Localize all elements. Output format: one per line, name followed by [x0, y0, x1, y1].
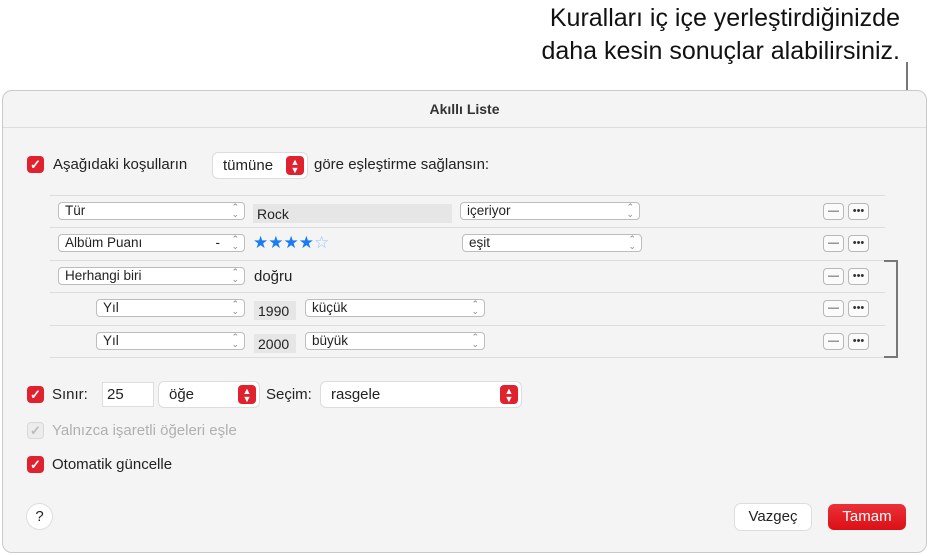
rule-1-field-value: Tür	[65, 203, 86, 218]
rule-2-operator-popup[interactable]: eşit ⌃ ⌄	[462, 234, 642, 252]
selection-value: rasgele	[331, 386, 381, 403]
rule-1-operator-popup[interactable]: içeriyor ⌃ ⌄	[460, 202, 640, 220]
match-checkbox[interactable]: ✓	[27, 156, 44, 173]
chevron-updown-icon: ▲ ▼	[238, 385, 256, 404]
row-divider	[50, 195, 885, 196]
row-divider	[50, 227, 885, 228]
chevron-updown-icon: ⌃ ⌄	[231, 299, 239, 316]
more-rule-button[interactable]: •••	[848, 333, 869, 350]
rule-1-field-popup[interactable]: Tür ⌃ ⌄	[58, 202, 245, 220]
star-empty-icon: ☆	[313, 233, 330, 252]
chevron-updown-icon: ⌃ ⌄	[471, 332, 479, 349]
row-divider	[50, 260, 885, 261]
match-prefix-label: Aşağıdaki koşulların	[53, 156, 188, 173]
rule-5-field-popup[interactable]: Yıl ⌃ ⌄	[96, 332, 245, 350]
selection-label: Seçim:	[266, 386, 312, 403]
chevron-updown-icon: ⌃ ⌄	[628, 234, 636, 251]
callout-line-2: daha kesin sonuçlar alabilirsiniz.	[541, 37, 900, 65]
selection-popup[interactable]: rasgele ▲ ▼	[321, 382, 521, 407]
row-divider	[50, 357, 885, 358]
cancel-button[interactable]: Vazgeç	[735, 504, 811, 530]
checked-only-label: Yalnızca işaretli öğeleri eşle	[52, 422, 237, 439]
nested-rules-bracket	[884, 260, 898, 358]
callout-text: Kuralları iç içe yerleştirdiğinizde daha…	[541, 2, 900, 68]
chevron-updown-icon: ▲ ▼	[286, 156, 304, 175]
chevron-updown-icon: ⌃ ⌄	[471, 299, 479, 316]
ok-button[interactable]: Tamam	[828, 504, 906, 530]
rule-5-field-value: Yıl	[103, 333, 119, 348]
rule-2-field-popup[interactable]: Albüm Puanı - ⌃ ⌄	[58, 234, 245, 252]
remove-rule-button[interactable]: —	[823, 268, 844, 285]
rule-2-operator-value: eşit	[469, 235, 491, 250]
limit-unit-value: öğe	[169, 386, 195, 403]
more-rule-button[interactable]: •••	[848, 203, 869, 220]
rating-stars[interactable]: ★★★★☆	[253, 233, 329, 253]
rule-5-operator-popup[interactable]: büyük ⌃ ⌄	[305, 332, 485, 350]
remove-rule-button[interactable]: —	[823, 203, 844, 220]
rule-2-field-extra: -	[215, 235, 221, 250]
chevron-updown-icon: ⌃ ⌄	[231, 332, 239, 349]
help-button[interactable]: ?	[27, 504, 52, 529]
limit-checkbox[interactable]: ✓	[27, 386, 44, 403]
chevron-updown-icon: ⌃ ⌄	[626, 202, 634, 219]
more-rule-button[interactable]: •••	[848, 300, 869, 317]
rule-4-operator-popup[interactable]: küçük ⌃ ⌄	[305, 299, 485, 317]
rule-5-value-input[interactable]: 2000	[254, 334, 296, 353]
live-update-checkbox[interactable]: ✓	[27, 456, 44, 473]
rule-3-value: doğru	[254, 268, 293, 285]
remove-rule-button[interactable]: —	[823, 235, 844, 252]
rule-1-value-input[interactable]: Rock	[253, 204, 452, 223]
limit-label: Sınır:	[52, 386, 88, 403]
checked-only-checkbox[interactable]: ✓	[27, 422, 44, 439]
limit-input[interactable]: 25	[102, 382, 154, 407]
more-rule-button[interactable]: •••	[848, 268, 869, 285]
rule-3-field-value: Herhangi biri	[65, 268, 142, 283]
smart-playlist-dialog: Akıllı Liste ✓ Aşağıdaki koşulların tümü…	[2, 90, 927, 553]
chevron-updown-icon: ⌃ ⌄	[231, 234, 239, 251]
star-filled-icon: ★★★★	[253, 233, 314, 252]
chevron-updown-icon: ⌃ ⌄	[231, 267, 239, 284]
row-divider	[50, 325, 885, 326]
rule-1-operator-value: içeriyor	[467, 203, 511, 218]
rule-4-field-popup[interactable]: Yıl ⌃ ⌄	[96, 299, 245, 317]
remove-rule-button[interactable]: —	[823, 300, 844, 317]
limit-unit-popup[interactable]: öğe ▲ ▼	[159, 382, 259, 407]
match-mode-popup[interactable]: tümüne ▲ ▼	[213, 153, 307, 178]
more-rule-button[interactable]: •••	[848, 235, 869, 252]
chevron-updown-icon: ▲ ▼	[500, 385, 518, 404]
rule-4-operator-value: küçük	[312, 300, 348, 315]
remove-rule-button[interactable]: —	[823, 333, 844, 350]
title-divider	[3, 127, 926, 128]
match-suffix-label: göre eşleştirme sağlansın:	[314, 156, 490, 173]
chevron-updown-icon: ⌃ ⌄	[231, 202, 239, 219]
callout-line-1: Kuralları iç içe yerleştirdiğinizde	[549, 4, 900, 32]
row-divider	[50, 292, 885, 293]
match-mode-value: tümüne	[223, 157, 274, 174]
rule-5-operator-value: büyük	[312, 333, 349, 348]
rule-4-field-value: Yıl	[103, 300, 119, 315]
live-update-label: Otomatik güncelle	[52, 456, 173, 473]
dialog-title: Akıllı Liste	[429, 101, 500, 117]
rule-4-value-input[interactable]: 1990	[254, 301, 296, 320]
rule-3-field-popup[interactable]: Herhangi biri ⌃ ⌄	[58, 267, 245, 285]
rule-2-field-value: Albüm Puanı	[65, 235, 143, 250]
